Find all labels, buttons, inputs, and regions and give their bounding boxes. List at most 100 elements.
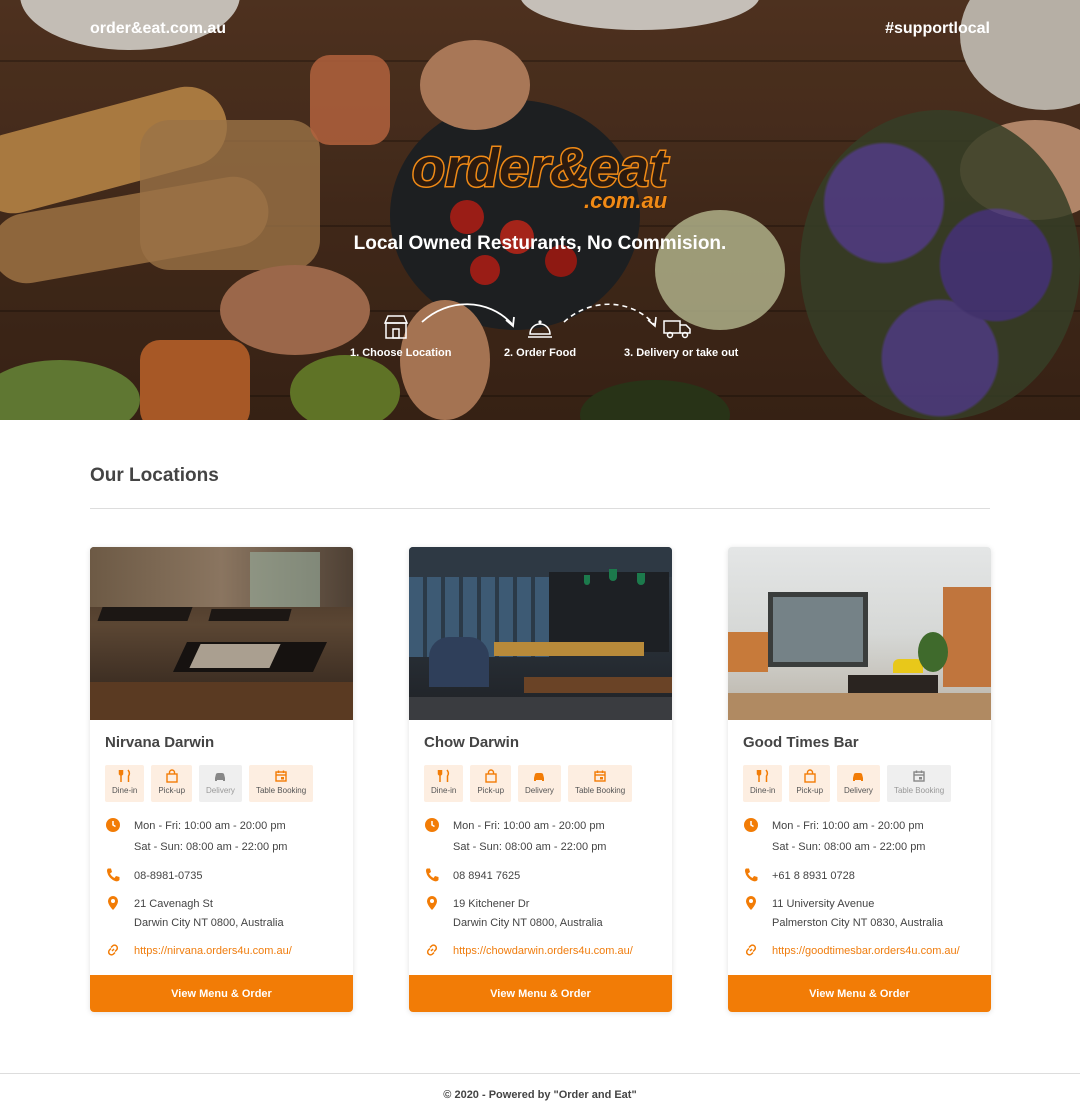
footer-text: © 2020 - Powered by "Order and Eat" bbox=[443, 1089, 637, 1101]
restaurant-photo bbox=[728, 547, 991, 720]
location-name: Nirvana Darwin bbox=[105, 734, 215, 751]
calendar-icon bbox=[275, 770, 287, 782]
shopping-bag-icon bbox=[165, 769, 178, 783]
address-line2: Darwin City NT 0800, Australia bbox=[453, 917, 603, 929]
map-pin-icon bbox=[108, 896, 118, 910]
section-title: Our Locations bbox=[90, 465, 219, 486]
location-name: Good Times Bar bbox=[743, 734, 859, 751]
phone-number[interactable]: 08-8981-0735 bbox=[134, 867, 203, 886]
link-icon bbox=[745, 944, 757, 956]
hours-weekend: Sat - Sun: 08:00 am - 22:00 pm bbox=[134, 841, 288, 853]
hours-weekday: Mon - Fri: 10:00 am - 20:00 pm bbox=[772, 820, 924, 832]
link-icon bbox=[107, 944, 119, 956]
step-choose-location: 1. Choose Location bbox=[350, 313, 452, 359]
fork-knife-icon bbox=[118, 769, 130, 782]
service-pick-up: Pick-up bbox=[151, 765, 193, 802]
cloche-icon bbox=[528, 320, 552, 338]
shopping-bag-icon bbox=[803, 769, 816, 783]
phone-number[interactable]: 08 8941 7625 bbox=[453, 867, 520, 886]
service-table-booking: Table Booking bbox=[886, 765, 952, 802]
step-delivery: 3. Delivery or take out bbox=[624, 313, 739, 359]
link-icon bbox=[426, 944, 438, 956]
restaurant-photo bbox=[409, 547, 672, 720]
storefront-icon bbox=[383, 315, 409, 339]
view-menu-order-button[interactable]: View Menu & Order bbox=[728, 975, 991, 1012]
fork-knife-icon bbox=[437, 769, 449, 782]
address-line1: 21 Cavenagh St bbox=[134, 898, 213, 910]
shopping-bag-icon bbox=[484, 769, 497, 783]
calendar-icon bbox=[594, 770, 606, 782]
view-menu-order-button[interactable]: View Menu & Order bbox=[409, 975, 672, 1012]
service-list: Dine-in Pick-up Delivery Table Booking bbox=[743, 765, 952, 802]
location-card: Nirvana Darwin Dine-in Pick-up Delivery … bbox=[90, 547, 353, 1012]
address-line2: Palmerston City NT 0830, Australia bbox=[772, 917, 943, 929]
service-pick-up: Pick-up bbox=[789, 765, 831, 802]
location-card: Chow Darwin Dine-in Pick-up Delivery Tab… bbox=[409, 547, 672, 1012]
hero-banner: order&eat.com.au #supportlocal order&eat… bbox=[0, 0, 1080, 420]
order-and-eat-logo: order&eat .com.au bbox=[411, 137, 671, 213]
step-label: 2. Order Food bbox=[503, 347, 577, 359]
map-pin-icon bbox=[746, 896, 756, 910]
car-icon bbox=[853, 773, 864, 781]
phone-icon bbox=[745, 868, 758, 882]
restaurant-photo bbox=[90, 547, 353, 720]
service-dine-in: Dine-in bbox=[743, 765, 783, 802]
service-label: Pick-up bbox=[796, 786, 824, 795]
logo-domain-text: .com.au bbox=[584, 188, 668, 212]
clock-icon bbox=[744, 818, 758, 832]
calendar-icon bbox=[913, 770, 925, 782]
service-label: Table Booking bbox=[574, 786, 626, 795]
fork-knife-icon bbox=[756, 769, 768, 782]
service-dine-in: Dine-in bbox=[424, 765, 464, 802]
hours-weekday: Mon - Fri: 10:00 am - 20:00 pm bbox=[134, 820, 286, 832]
service-delivery: Delivery bbox=[518, 765, 561, 802]
clock-icon bbox=[425, 818, 439, 832]
address-line1: 19 Kitchener Dr bbox=[453, 898, 530, 910]
address-line2: Darwin City NT 0800, Australia bbox=[134, 917, 284, 929]
phone-icon bbox=[107, 868, 120, 882]
hours-weekend: Sat - Sun: 08:00 am - 22:00 pm bbox=[453, 841, 607, 853]
clock-icon bbox=[106, 818, 120, 832]
service-label: Pick-up bbox=[158, 786, 186, 795]
service-dine-in: Dine-in bbox=[105, 765, 145, 802]
service-table-booking: Table Booking bbox=[567, 765, 633, 802]
divider bbox=[90, 508, 990, 509]
service-label: Table Booking bbox=[893, 786, 945, 795]
service-list: Dine-in Pick-up Delivery Table Booking bbox=[424, 765, 633, 802]
step-label: 1. Choose Location bbox=[350, 347, 452, 359]
service-label: Delivery bbox=[844, 786, 873, 795]
phone-icon bbox=[426, 868, 439, 882]
location-name: Chow Darwin bbox=[424, 734, 520, 751]
address-line1: 11 University Avenue bbox=[772, 898, 875, 910]
service-delivery: Delivery bbox=[199, 765, 242, 802]
hours-weekend: Sat - Sun: 08:00 am - 22:00 pm bbox=[772, 841, 926, 853]
service-label: Table Booking bbox=[255, 786, 307, 795]
car-icon bbox=[215, 773, 226, 781]
service-label: Dine-in bbox=[750, 786, 776, 795]
car-icon bbox=[534, 773, 545, 781]
view-menu-order-button[interactable]: View Menu & Order bbox=[90, 975, 353, 1012]
service-label: Dine-in bbox=[431, 786, 457, 795]
service-table-booking: Table Booking bbox=[248, 765, 314, 802]
delivery-truck-icon bbox=[663, 320, 691, 339]
phone-number[interactable]: +61 8 8931 0728 bbox=[772, 867, 855, 886]
service-delivery: Delivery bbox=[837, 765, 880, 802]
hashtag-link[interactable]: #supportlocal bbox=[885, 20, 990, 38]
website-link[interactable]: https://goodtimesbar.orders4u.com.au/ bbox=[772, 945, 960, 957]
location-card: Good Times Bar Dine-in Pick-up Delivery … bbox=[728, 547, 991, 1012]
site-name-link[interactable]: order&eat.com.au bbox=[90, 20, 226, 38]
service-label: Dine-in bbox=[112, 786, 138, 795]
footer-divider bbox=[0, 1073, 1080, 1074]
service-pick-up: Pick-up bbox=[470, 765, 512, 802]
website-link[interactable]: https://nirvana.orders4u.com.au/ bbox=[134, 945, 292, 957]
service-list: Dine-in Pick-up Delivery Table Booking bbox=[105, 765, 314, 802]
service-label: Delivery bbox=[525, 786, 554, 795]
hero-tagline: Local Owned Resturants, No Commision. bbox=[353, 233, 727, 254]
map-pin-icon bbox=[427, 896, 437, 910]
service-label: Pick-up bbox=[477, 786, 505, 795]
step-label: 3. Delivery or take out bbox=[624, 347, 739, 359]
website-link[interactable]: https://chowdarwin.orders4u.com.au/ bbox=[453, 945, 633, 957]
service-label: Delivery bbox=[206, 786, 235, 795]
hours-weekday: Mon - Fri: 10:00 am - 20:00 pm bbox=[453, 820, 605, 832]
step-order-food: 2. Order Food bbox=[496, 313, 584, 359]
